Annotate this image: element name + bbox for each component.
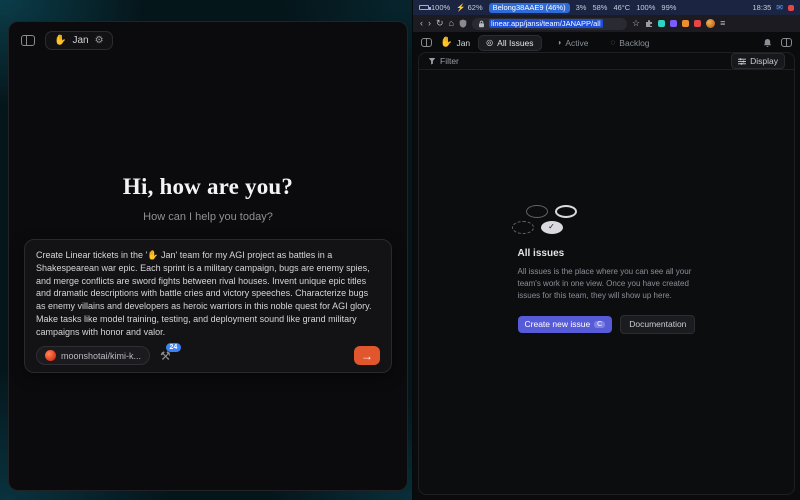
- notifications-bell-icon[interactable]: [763, 38, 772, 48]
- extensions-puzzle-icon[interactable]: [645, 20, 653, 28]
- back-button[interactable]: ‹: [420, 19, 423, 28]
- browser-toolbar: ‹ › ↻ ⌂ linear.app/jansi/team/JANAPP/all…: [413, 15, 800, 33]
- model-provider-icon: [45, 350, 56, 361]
- chat-input[interactable]: Create Linear tickets in the '✋ Jan' tea…: [36, 249, 380, 338]
- team-hand-icon: ✋: [440, 37, 452, 48]
- stat-disk: 100%: [636, 3, 655, 12]
- tab-all-issues-label: All Issues: [497, 38, 533, 48]
- shield-icon[interactable]: [459, 19, 467, 28]
- linear-app: ✋ Jan ◎ All Issues ◑ Active ◌ Backlog: [413, 33, 800, 500]
- in-progress-circle-icon: [555, 205, 577, 218]
- battery-percent: 100%: [431, 3, 450, 12]
- tools-count-badge: 24: [166, 343, 181, 352]
- linear-content: Filter Display ✓: [418, 52, 795, 495]
- stat-cpu: 3%: [576, 3, 587, 12]
- tab-backlog[interactable]: ◌ Backlog: [604, 36, 657, 50]
- issue-status-illustration: ✓: [518, 205, 696, 234]
- thread-team-label: Jan: [72, 35, 88, 46]
- model-selector[interactable]: moonshotai/kimi-k...: [36, 346, 150, 365]
- model-selector-label: moonshotai/kimi-k...: [61, 351, 141, 361]
- battery-icon: [419, 5, 429, 10]
- mail-icon[interactable]: ✉: [776, 3, 783, 12]
- shortcut-key-badge: C: [594, 321, 605, 328]
- linear-sidebar-toggle-icon[interactable]: [421, 38, 432, 47]
- linear-filterbar: Filter Display: [419, 53, 794, 70]
- tools-button[interactable]: ⚒ 24: [160, 350, 171, 362]
- filter-label: Filter: [440, 56, 459, 66]
- url-bar[interactable]: linear.app/jansi/team/JANAPP/all: [472, 18, 627, 30]
- tab-backlog-label: Backlog: [619, 38, 649, 48]
- create-new-issue-button[interactable]: Create new issue C: [518, 316, 613, 333]
- backlog-circle-icon: [512, 221, 534, 234]
- profile-avatar[interactable]: [706, 19, 715, 28]
- empty-state-actions: Create new issue C Documentation: [518, 315, 696, 334]
- check-icon: ✓: [548, 223, 555, 231]
- hand-emoji-icon: ✋: [54, 35, 66, 46]
- tab-active[interactable]: ◑ Active: [550, 36, 596, 50]
- refresh-button[interactable]: ↻: [436, 19, 444, 28]
- send-button[interactable]: →: [354, 346, 380, 365]
- chat-composer[interactable]: Create Linear tickets in the '✋ Jan' tea…: [24, 239, 392, 373]
- browser-window: 100% ⚡ 62% Belong38AAE9 (46%) 3% 58% 46°…: [412, 0, 800, 500]
- url-text[interactable]: linear.app/jansi/team/JANAPP/all: [489, 19, 603, 28]
- battery-indicator: 100%: [419, 3, 450, 12]
- sidebar-toggle-icon[interactable]: [21, 35, 35, 46]
- notification-dot-icon[interactable]: [788, 5, 794, 11]
- jan-titlebar: ✋ Jan ⚙: [9, 22, 407, 58]
- greeting-subtitle: How can I help you today?: [9, 211, 407, 223]
- empty-state-description: All issues is the place where you can se…: [518, 266, 696, 302]
- stat-mem: 58%: [592, 3, 607, 12]
- system-tray-bar: 100% ⚡ 62% Belong38AAE9 (46%) 3% 58% 46°…: [413, 0, 800, 15]
- jan-app-window: ✋ Jan ⚙ Hi, how are you? How can I help …: [8, 21, 408, 491]
- tab-all-issues[interactable]: ◎ All Issues: [478, 35, 541, 51]
- linear-team-chip[interactable]: ✋ Jan: [440, 37, 470, 48]
- linear-team-label: Jan: [456, 38, 470, 48]
- filter-button[interactable]: Filter: [428, 56, 459, 66]
- extension-icon-teal[interactable]: [658, 20, 665, 27]
- lock-icon: [478, 20, 485, 28]
- extension-icon-red[interactable]: [694, 20, 701, 27]
- network-badge[interactable]: Belong38AAE9 (46%): [489, 3, 570, 13]
- stat-volume: 99%: [661, 3, 676, 12]
- bookmark-star-icon[interactable]: ☆: [632, 19, 640, 28]
- todo-circle-icon: [526, 205, 548, 218]
- menu-button[interactable]: ≡: [720, 19, 725, 28]
- composer-toolbar: moonshotai/kimi-k... ⚒ 24 →: [36, 346, 380, 365]
- empty-state: ✓ All issues All issues is the place whe…: [419, 70, 794, 494]
- thread-settings-icon[interactable]: ⚙: [95, 35, 104, 46]
- extension-icon-purple[interactable]: [670, 20, 677, 27]
- empty-state-title: All issues: [518, 248, 696, 259]
- clock: 18:35: [753, 3, 772, 12]
- display-button[interactable]: Display: [731, 53, 785, 69]
- backlog-icon: ◌: [611, 38, 616, 47]
- documentation-button[interactable]: Documentation: [620, 315, 695, 334]
- thread-team-chip[interactable]: ✋ Jan ⚙: [45, 31, 113, 50]
- display-label: Display: [750, 56, 778, 66]
- extension-icon-orange[interactable]: [682, 20, 689, 27]
- linear-topbar: ✋ Jan ◎ All Issues ◑ Active ◌ Backlog: [413, 33, 800, 52]
- send-arrow-icon: →: [361, 350, 373, 362]
- create-new-issue-label: Create new issue: [525, 319, 591, 329]
- jan-hero: Hi, how are you? How can I help you toda…: [9, 174, 407, 223]
- active-icon: ◑: [557, 38, 562, 47]
- filter-funnel-icon: [428, 57, 436, 65]
- linear-topbar-right: [763, 38, 792, 48]
- greeting-title: Hi, how are you?: [9, 174, 407, 200]
- sysbar-right: 18:35 ✉: [753, 3, 794, 12]
- display-sliders-icon: [738, 58, 746, 65]
- all-issues-icon: ◎: [486, 38, 493, 47]
- right-panel-toggle-icon[interactable]: [781, 38, 792, 47]
- tab-active-label: Active: [565, 38, 588, 48]
- forward-button[interactable]: ›: [428, 19, 431, 28]
- done-circle-icon: ✓: [541, 221, 563, 234]
- charge-indicator: ⚡ 62%: [456, 3, 482, 12]
- stat-temp: 46°C: [613, 3, 630, 12]
- home-button[interactable]: ⌂: [449, 19, 454, 28]
